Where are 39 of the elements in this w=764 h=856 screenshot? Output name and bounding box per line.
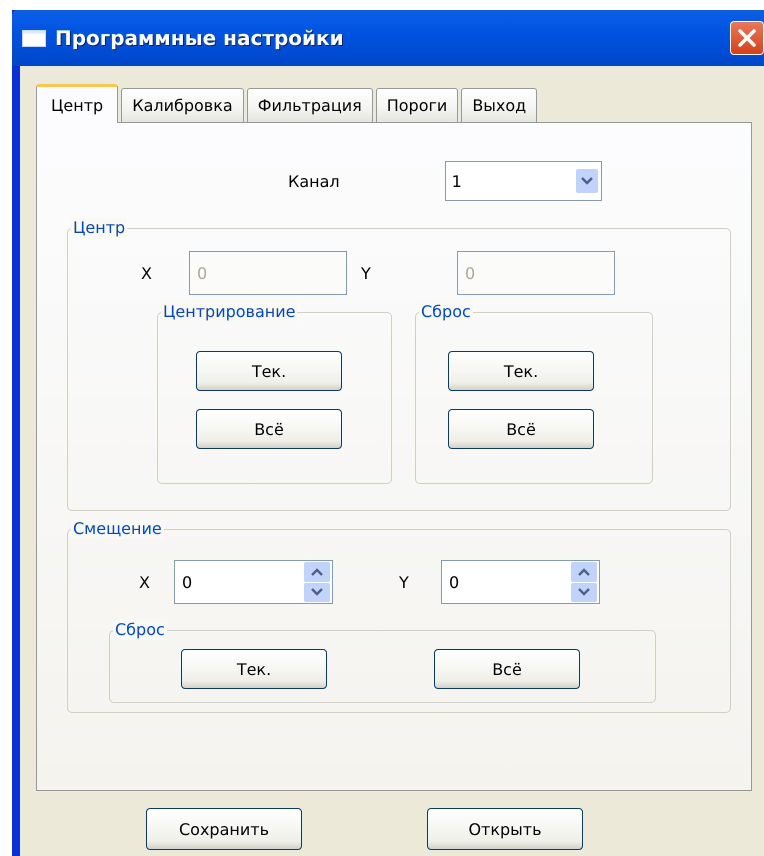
button[interactable]: Всё — [434, 649, 580, 689]
tab[interactable]: Фильтрация — [246, 88, 373, 122]
spin-up-button[interactable] — [304, 562, 330, 582]
button[interactable]: Тек. — [196, 351, 342, 391]
x-label: X — [141, 264, 153, 282]
button[interactable]: Тек. — [181, 649, 327, 689]
group-title: Центр — [73, 218, 126, 237]
spin-down-button[interactable] — [304, 582, 330, 602]
window-icon — [22, 30, 46, 46]
button[interactable]: Тек. — [448, 351, 594, 391]
close-button[interactable] — [730, 21, 764, 55]
button[interactable]: Открыть — [427, 808, 583, 850]
tab[interactable]: Калибровка — [121, 88, 244, 122]
close-icon — [737, 28, 757, 48]
group-title: Центрирование — [163, 302, 296, 321]
y-label: Y — [361, 264, 372, 282]
x-spin-field[interactable]: 0 — [174, 560, 333, 604]
x-label: X — [139, 572, 151, 592]
group-title: Смещение — [73, 519, 162, 538]
group-title: Сброс — [421, 302, 471, 321]
chevron-down-icon — [578, 588, 590, 596]
chevron-down-icon — [576, 169, 598, 193]
chevron-down-icon — [311, 588, 323, 596]
chevron-up-icon — [578, 568, 590, 576]
channel-label: Канал — [288, 172, 340, 190]
y-spin-field[interactable]: 0 — [441, 560, 600, 604]
channel-dropdown[interactable]: 1 — [444, 161, 602, 201]
chevron-up-icon — [311, 568, 323, 576]
tab[interactable]: Центр — [36, 84, 118, 123]
spin-up-button[interactable] — [571, 562, 597, 582]
tab[interactable]: Пороги — [376, 88, 458, 122]
group-title: Сброс — [115, 620, 165, 639]
tab[interactable]: Выход — [461, 88, 538, 122]
button[interactable]: Всё — [448, 409, 594, 449]
button[interactable]: Всё — [196, 409, 342, 449]
window-title: Программные настройки — [55, 26, 345, 50]
button[interactable]: Сохранить — [146, 808, 302, 850]
y-label: Y — [399, 572, 410, 592]
spin-down-button[interactable] — [571, 582, 597, 602]
